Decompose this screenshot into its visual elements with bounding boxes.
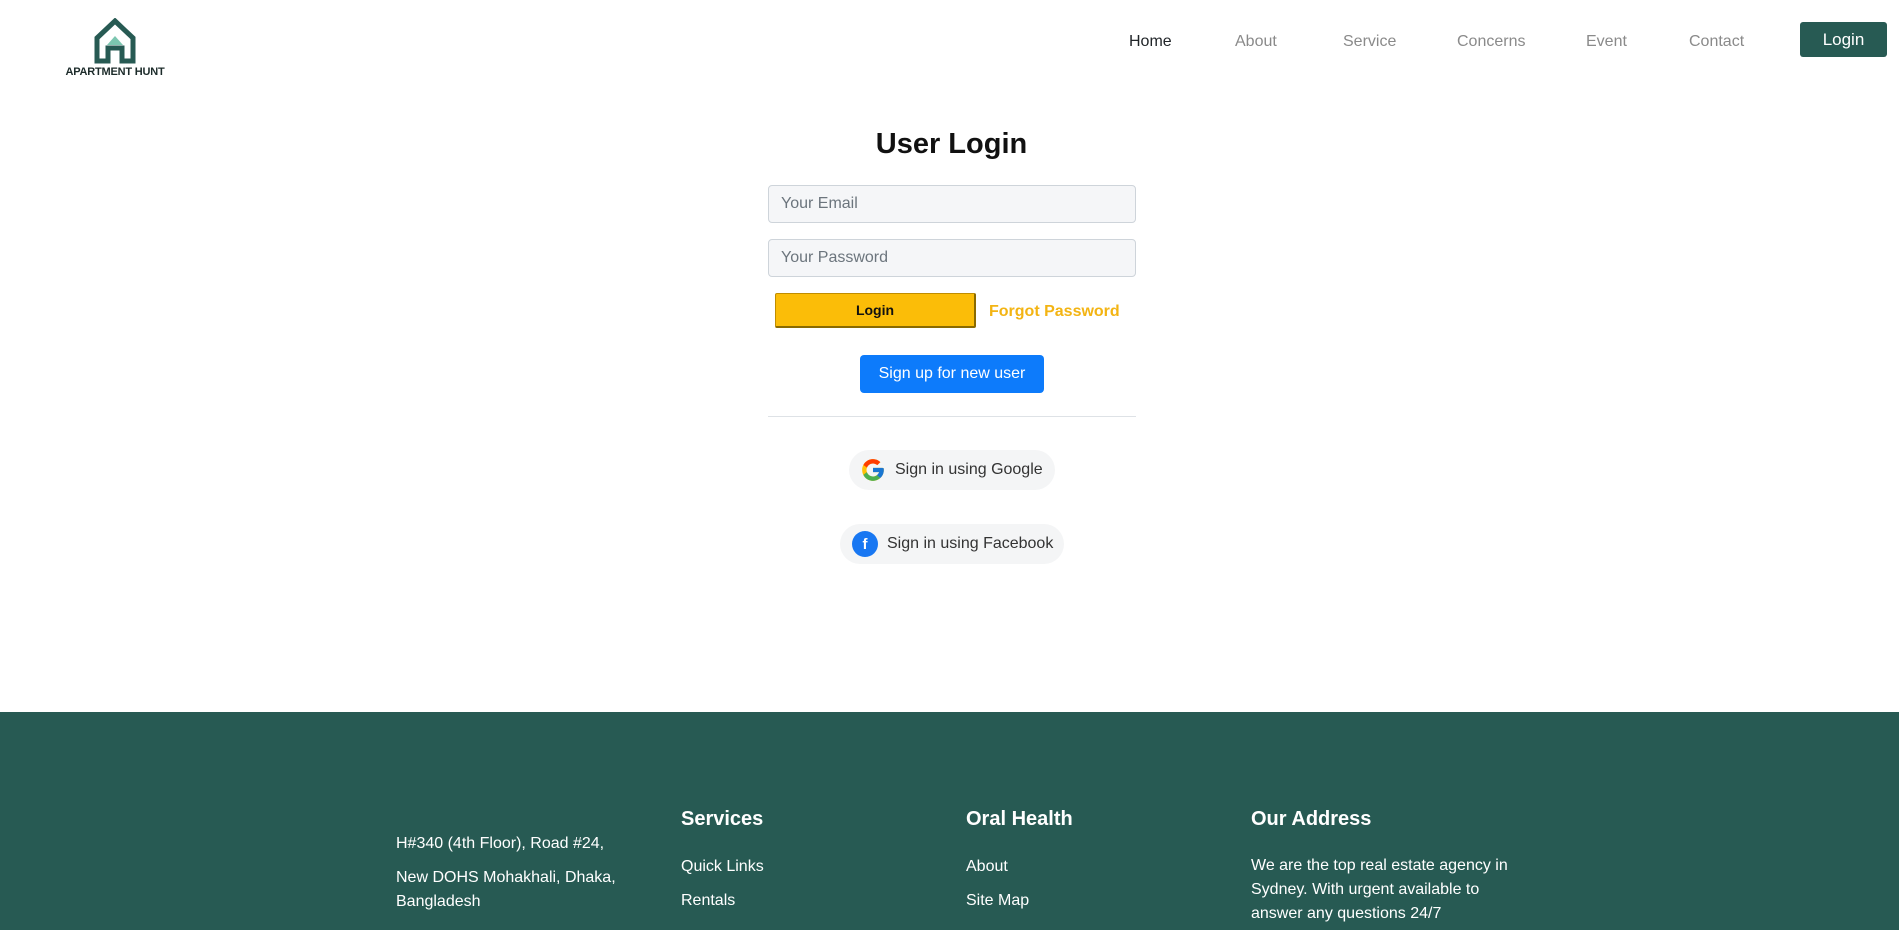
nav-concerns[interactable]: Concerns <box>1457 33 1525 51</box>
footer-address-line2: New DOHS Mohakhali, Dhaka, Bangladesh <box>396 869 616 910</box>
house-logo-icon <box>94 18 136 64</box>
google-signin-button[interactable]: Sign in using Google <box>849 450 1055 490</box>
footer: H#340 (4th Floor), Road #24, New DOHS Mo… <box>0 712 1899 930</box>
footer-address-line1: H#340 (4th Floor), Road #24, <box>396 835 605 852</box>
footer-about-text: We are the top real estate agency in Syd… <box>1251 857 1508 922</box>
google-icon <box>860 457 886 483</box>
divider <box>768 416 1136 417</box>
header-login-button[interactable]: Login <box>1800 22 1887 57</box>
nav-home[interactable]: Home <box>1129 33 1172 51</box>
nav-service[interactable]: Service <box>1343 33 1396 51</box>
footer-link-site-map[interactable]: Site Map <box>966 892 1029 910</box>
nav-about[interactable]: About <box>1235 33 1277 51</box>
footer-link-quick-links[interactable]: Quick Links <box>681 858 764 876</box>
facebook-signin-label: Sign in using Facebook <box>887 535 1054 552</box>
header: APARTMENT HUNT Home About Service Concer… <box>0 0 1899 95</box>
facebook-icon: f <box>852 531 878 557</box>
google-signin-label: Sign in using Google <box>895 461 1043 478</box>
facebook-signin-button[interactable]: f Sign in using Facebook <box>840 524 1064 564</box>
nav-event[interactable]: Event <box>1586 33 1627 51</box>
email-input[interactable] <box>768 185 1136 223</box>
logo-text: APARTMENT HUNT <box>65 66 165 78</box>
footer-link-about[interactable]: About <box>966 858 1008 876</box>
footer-our-address-title: Our Address <box>1251 808 1372 830</box>
footer-services-title: Services <box>681 808 764 830</box>
footer-oral-health-title: Oral Health <box>966 808 1073 830</box>
signup-button[interactable]: Sign up for new user <box>860 355 1044 393</box>
nav-contact[interactable]: Contact <box>1689 33 1744 51</box>
login-button[interactable]: Login <box>775 293 976 328</box>
password-input[interactable] <box>768 239 1136 277</box>
forgot-password-link[interactable]: Forgot Password <box>989 303 1120 321</box>
footer-link-rentals[interactable]: Rentals <box>681 892 735 910</box>
logo[interactable]: APARTMENT HUNT <box>62 18 168 84</box>
page-title: User Login <box>875 128 1028 160</box>
